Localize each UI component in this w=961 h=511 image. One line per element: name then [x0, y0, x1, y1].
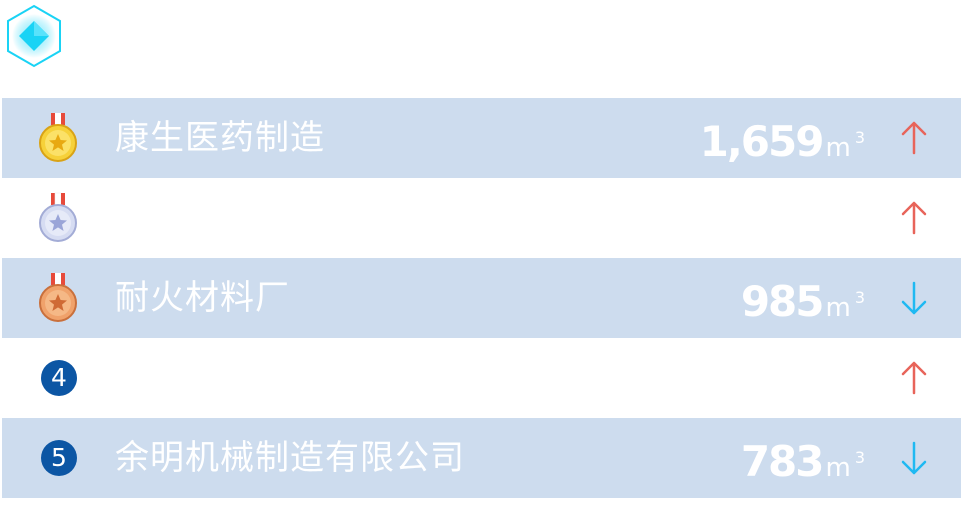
gold-medal-icon — [39, 113, 77, 162]
usage-number: 985 — [740, 277, 825, 326]
company-name: 余明机械制造有限公司 — [115, 438, 465, 478]
trend-up-arrow-icon — [901, 361, 927, 395]
list-item: 耐火材料厂 985 m 3 — [2, 258, 961, 338]
trend-down-arrow-icon — [901, 281, 927, 315]
usage-value: 1,659 m 3 — [700, 98, 865, 178]
silver-medal-icon — [39, 192, 77, 242]
usage-value: 783 m 3 — [741, 418, 865, 498]
company-name: 耐火材料厂 — [115, 278, 290, 318]
usage-number: 783 — [740, 437, 825, 486]
rank-number-badge: 5 — [41, 440, 77, 476]
company-name: 康生医药制造 — [115, 118, 325, 158]
usage-unit: m3 — [825, 128, 865, 163]
usage-value: 985 m 3 — [741, 258, 865, 338]
list-item: 5 余明机械制造有限公司 783 m 3 — [2, 418, 961, 498]
trend-down-arrow-icon — [901, 441, 927, 475]
usage-unit: m3 — [825, 448, 865, 483]
bronze-medal-icon — [39, 273, 77, 322]
list-item — [2, 178, 961, 258]
diamond-logo-icon — [7, 4, 61, 68]
rank-number-badge: 4 — [41, 360, 77, 396]
trend-up-arrow-icon — [901, 121, 927, 155]
ranking-list: 康生医药制造 1,659 m 3 耐火材料厂 985 m 3 4 5 余明机械制… — [2, 98, 961, 498]
list-item: 康生医药制造 1,659 m 3 — [2, 98, 961, 178]
usage-unit: m3 — [825, 288, 865, 323]
trend-up-arrow-icon — [901, 201, 927, 235]
usage-number: 1,659 — [699, 117, 825, 166]
list-item: 4 — [2, 338, 961, 418]
